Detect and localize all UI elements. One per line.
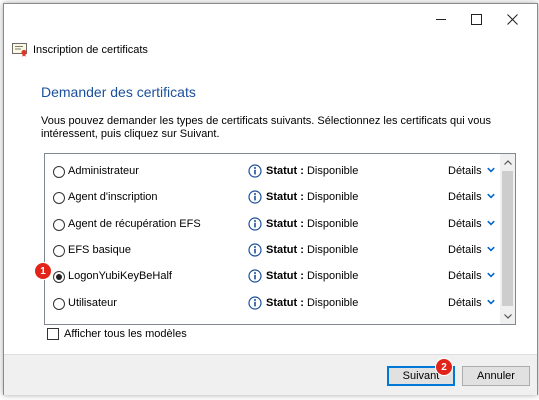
certificate-radio[interactable] xyxy=(53,297,65,310)
step-marker-1: 1 xyxy=(35,263,51,279)
status-label: Statut : xyxy=(266,191,304,204)
page-description: Vous pouvez demander les types de certif… xyxy=(41,115,492,140)
chevron-down-icon[interactable] xyxy=(487,219,495,227)
certificate-name: Utilisateur xyxy=(68,296,117,309)
show-all-templates[interactable]: Afficher tous les modèles xyxy=(47,328,187,340)
chevron-down-icon[interactable] xyxy=(487,166,495,174)
step-marker-2: 2 xyxy=(436,359,452,375)
certificate-status: Statut : Disponible xyxy=(266,165,358,177)
certificate-radio[interactable] xyxy=(53,166,65,178)
certificate-name: Agent de récupération EFS xyxy=(68,217,201,230)
minimize-icon xyxy=(436,18,446,20)
certificate-row[interactable]: EFS basique Statut : Disponible Détails xyxy=(45,238,499,264)
scroll-down-button[interactable] xyxy=(500,308,515,324)
status-value: Disponible xyxy=(306,217,359,230)
details-link[interactable]: Détails xyxy=(448,297,482,309)
certificate-list-rows: Administrateur Statut : Disponible Détails… xyxy=(45,154,499,324)
certificate-radio[interactable] xyxy=(53,192,65,205)
certificate-name: EFS basique xyxy=(68,243,131,256)
scroll-up-button[interactable] xyxy=(500,154,515,170)
chevron-down-icon[interactable] xyxy=(487,192,495,200)
status-value: Disponible xyxy=(306,296,359,309)
chevron-down-icon xyxy=(503,313,512,319)
certificate-name: Agent d'inscription xyxy=(68,191,158,204)
details-link[interactable]: Détails xyxy=(448,191,482,203)
status-label: Statut : xyxy=(266,296,304,309)
details-link[interactable]: Détails xyxy=(448,165,482,177)
chevron-down-icon[interactable] xyxy=(487,298,495,306)
info-icon xyxy=(248,243,262,257)
chevron-up-icon xyxy=(503,159,512,165)
info-icon xyxy=(248,269,262,283)
info-icon xyxy=(248,295,262,310)
status-value: Disponible xyxy=(306,270,359,283)
title-bar xyxy=(4,4,537,34)
certificate-status: Statut : Disponible xyxy=(266,191,358,203)
cancel-button[interactable]: Annuler xyxy=(462,366,530,386)
certificate-radio[interactable] xyxy=(53,271,65,284)
certificate-status: Statut : Disponible xyxy=(266,218,358,230)
certificate-name: LogonYubiKeyBeHalf xyxy=(68,270,172,283)
certificate-enrollment-window: Inscription de certificats Demander des … xyxy=(3,3,538,395)
status-value: Disponible xyxy=(306,165,359,177)
info-icon xyxy=(248,164,262,178)
details-link[interactable]: Détails xyxy=(448,218,482,230)
page-title: Demander des certificats xyxy=(41,84,196,100)
dialog-footer: Suivant Annuler xyxy=(4,354,537,395)
chevron-down-icon[interactable] xyxy=(487,245,495,253)
maximize-button[interactable] xyxy=(459,4,493,34)
certificate-list: Administrateur Statut : Disponible Détails… xyxy=(44,153,516,325)
window-title: Inscription de certificats xyxy=(33,44,148,56)
status-label: Statut : xyxy=(266,270,304,283)
certificate-status: Statut : Disponible xyxy=(266,244,358,256)
chevron-down-icon[interactable] xyxy=(487,271,495,279)
close-icon xyxy=(506,13,518,25)
close-button[interactable] xyxy=(495,4,529,34)
certificate-row[interactable]: LogonYubiKeyBeHalf Statut : Disponible Dét… xyxy=(45,264,499,290)
status-label: Statut : xyxy=(266,243,304,256)
status-value: Disponible xyxy=(306,191,359,204)
certificate-row[interactable]: Utilisateur Statut : Disponible Détails xyxy=(45,291,499,317)
certificate-radio[interactable] xyxy=(53,218,65,231)
show-all-templates-label: Afficher tous les modèles xyxy=(64,328,187,340)
list-scrollbar[interactable] xyxy=(500,154,515,324)
certificate-row[interactable]: Administrateur Statut : Disponible Détails xyxy=(45,159,499,185)
certificate-icon xyxy=(12,43,27,57)
certificate-row[interactable]: Agent d'inscription Statut : Disponible Dé… xyxy=(45,185,499,211)
minimize-button[interactable] xyxy=(424,4,458,34)
info-icon xyxy=(248,190,262,204)
certificate-status: Statut : Disponible xyxy=(266,297,358,309)
status-label: Statut : xyxy=(266,217,304,230)
info-icon xyxy=(248,216,262,231)
scroll-thumb[interactable] xyxy=(502,171,513,306)
certificate-radio[interactable] xyxy=(53,244,65,257)
show-all-templates-checkbox[interactable] xyxy=(47,328,59,340)
app-header: Inscription de certificats xyxy=(12,42,148,58)
status-value: Disponible xyxy=(306,243,359,256)
certificate-status: Statut : Disponible xyxy=(266,270,358,282)
certificate-name: Administrateur xyxy=(68,165,139,177)
details-link[interactable]: Détails xyxy=(448,244,482,256)
certificate-row[interactable]: Agent de récupération EFS Statut : Dispon… xyxy=(45,212,499,238)
status-label: Statut : xyxy=(266,165,304,177)
maximize-icon xyxy=(470,13,482,25)
details-link[interactable]: Détails xyxy=(448,270,482,282)
